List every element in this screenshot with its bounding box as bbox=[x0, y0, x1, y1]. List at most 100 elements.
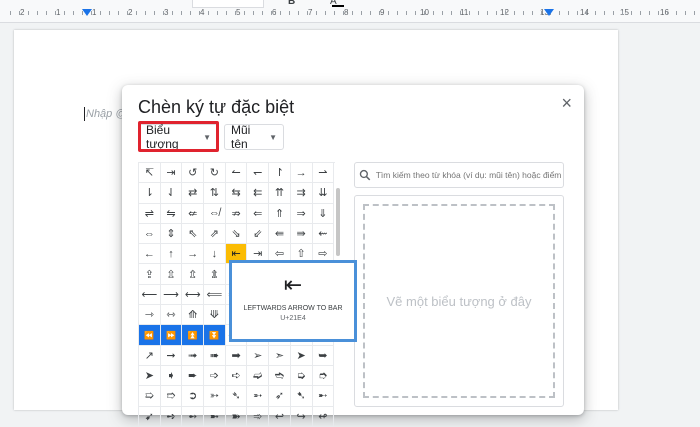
grid-scrollbar[interactable] bbox=[336, 188, 340, 256]
character-cell[interactable]: ⇓ bbox=[312, 203, 335, 224]
character-cell[interactable]: ➤ bbox=[290, 345, 313, 366]
character-cell[interactable]: ➣ bbox=[269, 345, 291, 366]
character-cell[interactable]: ⇌ bbox=[139, 203, 161, 224]
character-cell[interactable]: ➺ bbox=[160, 406, 183, 427]
character-cell[interactable]: ➴ bbox=[225, 386, 248, 407]
character-cell[interactable]: ⇜ bbox=[312, 223, 335, 245]
character-cell[interactable]: ⇄ bbox=[182, 183, 205, 204]
character-cell[interactable]: ⇚ bbox=[269, 223, 291, 245]
character-cell[interactable]: ⟶ bbox=[160, 284, 183, 306]
character-cell[interactable]: ➬ bbox=[269, 365, 291, 387]
character-cell[interactable]: ⇘ bbox=[225, 223, 248, 245]
character-cell[interactable]: ➵ bbox=[247, 386, 270, 407]
character-cell[interactable]: ⇿ bbox=[160, 305, 183, 326]
character-cell[interactable]: ➠ bbox=[204, 345, 226, 366]
character-cell[interactable]: → bbox=[290, 163, 313, 184]
character-cell[interactable]: ➻ bbox=[182, 406, 205, 427]
character-cell[interactable]: ⇬ bbox=[182, 264, 205, 285]
character-cell[interactable]: ⇕ bbox=[160, 223, 183, 245]
character-cell[interactable]: ⇙ bbox=[247, 223, 270, 245]
character-cell[interactable]: ➱ bbox=[160, 386, 183, 407]
character-cell[interactable]: ⇈ bbox=[269, 183, 291, 204]
character-cell[interactable]: ⇐ bbox=[247, 203, 270, 224]
character-cell[interactable]: ➸ bbox=[312, 386, 335, 407]
character-cell[interactable]: ⇀ bbox=[312, 163, 335, 184]
character-cell[interactable]: ← bbox=[139, 244, 161, 265]
character-cell[interactable]: ⇃ bbox=[160, 183, 183, 204]
character-cell[interactable]: ⟰ bbox=[182, 305, 205, 326]
character-cell[interactable]: ⇗ bbox=[204, 223, 226, 245]
character-cell[interactable]: ⇋ bbox=[160, 203, 183, 224]
character-cell[interactable]: ➯ bbox=[139, 386, 161, 407]
character-cell[interactable]: ➧ bbox=[160, 365, 183, 387]
character-cell[interactable]: ⇫ bbox=[160, 264, 183, 285]
character-cell[interactable]: ➮ bbox=[312, 365, 335, 387]
character-cell[interactable]: ⇎ bbox=[204, 203, 226, 224]
character-cell[interactable]: ↑ bbox=[160, 244, 183, 265]
character-cell[interactable]: ↻ bbox=[204, 163, 226, 184]
bold-button[interactable]: B bbox=[288, 0, 295, 7]
character-cell[interactable]: ⇥ bbox=[160, 163, 183, 184]
character-cell[interactable]: ⇪ bbox=[139, 264, 161, 285]
character-cell[interactable]: ➽ bbox=[225, 406, 248, 427]
search-box[interactable] bbox=[354, 162, 564, 188]
character-cell[interactable]: ➟ bbox=[182, 345, 205, 366]
character-cell[interactable]: ➾ bbox=[247, 406, 270, 427]
character-cell[interactable]: ➢ bbox=[247, 345, 270, 366]
character-cell[interactable]: ⟷ bbox=[182, 284, 205, 306]
character-cell[interactable]: ➞ bbox=[160, 345, 183, 366]
character-cell[interactable]: ↗ bbox=[139, 345, 161, 366]
character-cell[interactable]: ⏪ bbox=[139, 325, 161, 346]
character-cell[interactable]: ↼ bbox=[225, 163, 248, 184]
character-cell[interactable]: ➫ bbox=[247, 365, 270, 387]
character-cell[interactable]: ↪ bbox=[290, 406, 313, 427]
character-cell[interactable]: ⇅ bbox=[204, 183, 226, 204]
subcategory-dropdown[interactable]: Mũi tên ▼ bbox=[224, 123, 284, 151]
character-cell[interactable]: ⇂ bbox=[139, 183, 161, 204]
draw-canvas[interactable]: Vẽ một biểu tượng ở đây bbox=[363, 204, 555, 398]
character-cell[interactable]: ➼ bbox=[204, 406, 226, 427]
character-cell[interactable]: ⇾ bbox=[139, 305, 161, 326]
character-cell[interactable]: ⇑ bbox=[269, 203, 291, 224]
character-cell[interactable]: ↾ bbox=[269, 163, 291, 184]
character-cell[interactable]: ↩ bbox=[269, 406, 291, 427]
character-cell[interactable]: ⇭ bbox=[204, 264, 226, 285]
character-cell[interactable]: ↸ bbox=[139, 163, 161, 184]
font-size-box[interactable] bbox=[192, 0, 264, 8]
search-input[interactable] bbox=[373, 169, 563, 181]
character-cell[interactable]: ↫ bbox=[312, 406, 335, 427]
character-cell[interactable]: ➳ bbox=[204, 386, 226, 407]
character-cell[interactable]: ➨ bbox=[182, 365, 205, 387]
character-cell[interactable]: ⇏ bbox=[225, 203, 248, 224]
character-cell[interactable]: ➪ bbox=[225, 365, 248, 387]
character-cell[interactable]: ⟱ bbox=[204, 305, 226, 326]
close-icon[interactable]: × bbox=[561, 93, 572, 114]
character-cell[interactable]: ⇊ bbox=[312, 183, 335, 204]
character-cell[interactable]: ⇍ bbox=[182, 203, 205, 224]
character-cell[interactable]: ⏫ bbox=[182, 325, 205, 346]
character-cell[interactable]: ⇆ bbox=[225, 183, 248, 204]
character-cell[interactable]: ⏩ bbox=[160, 325, 183, 346]
character-cell[interactable]: ⇔ bbox=[139, 223, 161, 245]
character-cell[interactable]: ↺ bbox=[182, 163, 205, 184]
character-cell[interactable]: ⇉ bbox=[290, 183, 313, 204]
character-cell[interactable]: ⟵ bbox=[139, 284, 161, 306]
character-cell[interactable]: ⟸ bbox=[204, 284, 226, 306]
character-cell[interactable]: → bbox=[182, 244, 205, 265]
character-cell[interactable]: ⇛ bbox=[290, 223, 313, 245]
character-cell[interactable]: ➶ bbox=[269, 386, 291, 407]
character-cell[interactable]: ➷ bbox=[290, 386, 313, 407]
character-cell[interactable]: ⇒ bbox=[290, 203, 313, 224]
character-cell[interactable]: ➤ bbox=[139, 365, 161, 387]
character-cell[interactable]: ➭ bbox=[290, 365, 313, 387]
character-cell[interactable]: ↽ bbox=[247, 163, 270, 184]
character-cell[interactable]: ➲ bbox=[182, 386, 205, 407]
indent-marker[interactable] bbox=[544, 9, 554, 16]
character-cell[interactable]: ⇇ bbox=[247, 183, 270, 204]
character-cell[interactable]: ➥ bbox=[312, 345, 335, 366]
character-cell[interactable]: ➹ bbox=[139, 406, 161, 427]
indent-marker[interactable] bbox=[82, 9, 92, 16]
character-cell[interactable]: ⇖ bbox=[182, 223, 205, 245]
character-cell[interactable]: ➩ bbox=[204, 365, 226, 387]
character-cell[interactable]: ⏬ bbox=[204, 325, 226, 346]
